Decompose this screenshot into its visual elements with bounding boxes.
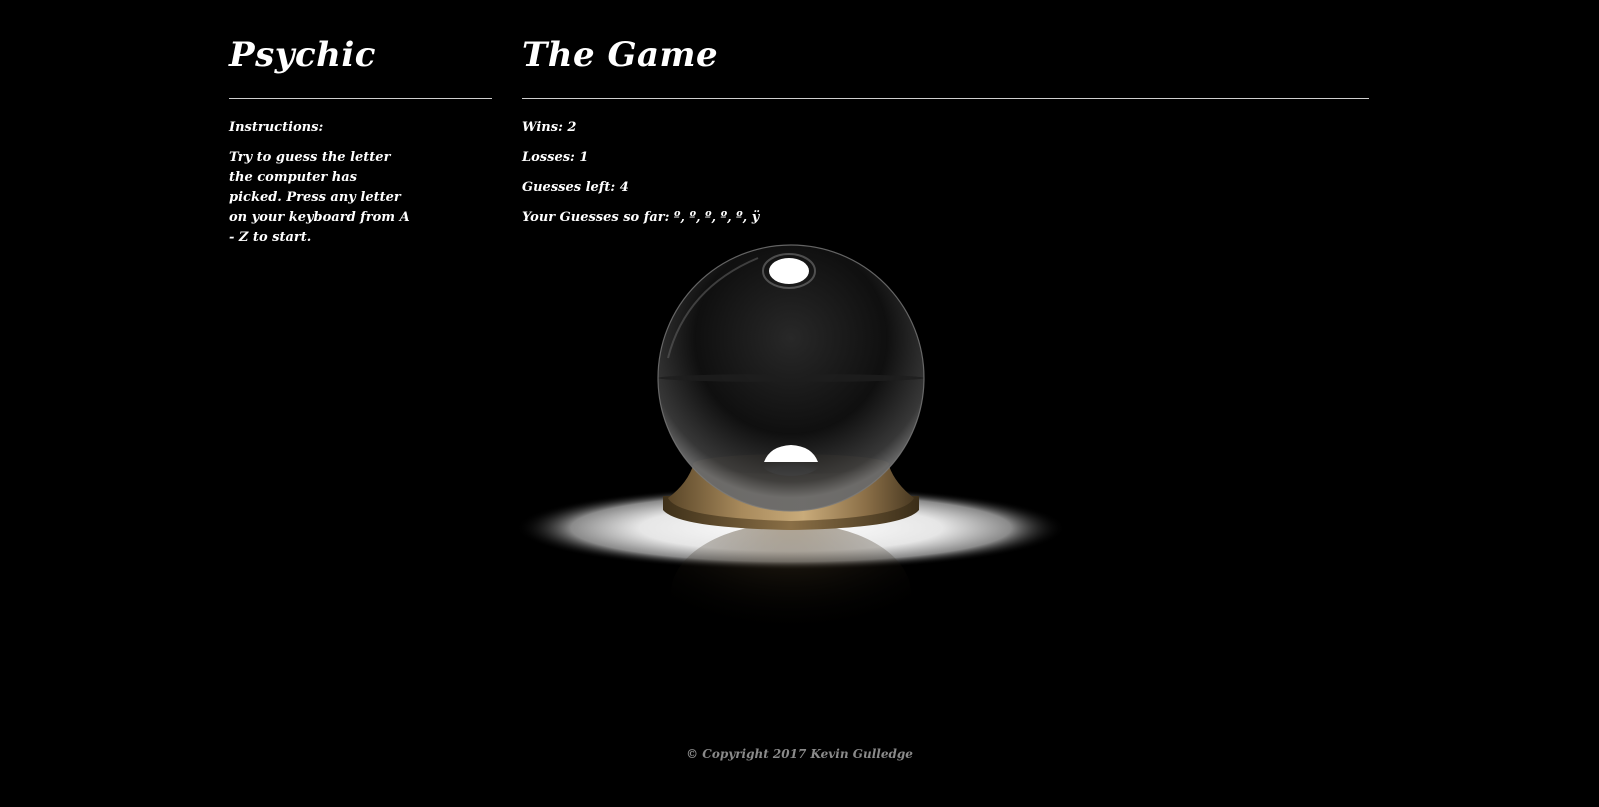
game-title: The Game (522, 35, 719, 75)
guesses-so-far: Your Guesses so far: º, º, º, º, º, ÿ (522, 210, 760, 225)
game-panel: The Game Wins: 2 Losses: 1 Guesses left:… (522, 30, 1369, 238)
guesses-left: Guesses left: 4 (522, 180, 629, 195)
copyright-footer: © Copyright 2017 Kevin Gulledge (686, 747, 913, 761)
crystal-ball-image (518, 238, 1064, 668)
sphere-horizon (658, 374, 924, 382)
instructions-label: Instructions: (229, 120, 324, 135)
wins-count: Wins: 2 (522, 120, 577, 135)
sphere-highlight (769, 258, 809, 284)
instructions-panel: Psychic Instructions: Try to guess the l… (229, 30, 492, 248)
sidebar-divider (229, 98, 492, 99)
page: Psychic Instructions: Try to guess the l… (0, 0, 1599, 807)
losses-count: Losses: 1 (522, 150, 589, 165)
game-divider (522, 98, 1369, 99)
site-title: Psychic (229, 35, 377, 75)
instructions-text: Try to guess the letter the computer has… (229, 150, 410, 245)
score-list: Wins: 2 Losses: 1 Guesses left: 4 Your G… (522, 118, 1369, 238)
ball-reflection (671, 523, 911, 663)
